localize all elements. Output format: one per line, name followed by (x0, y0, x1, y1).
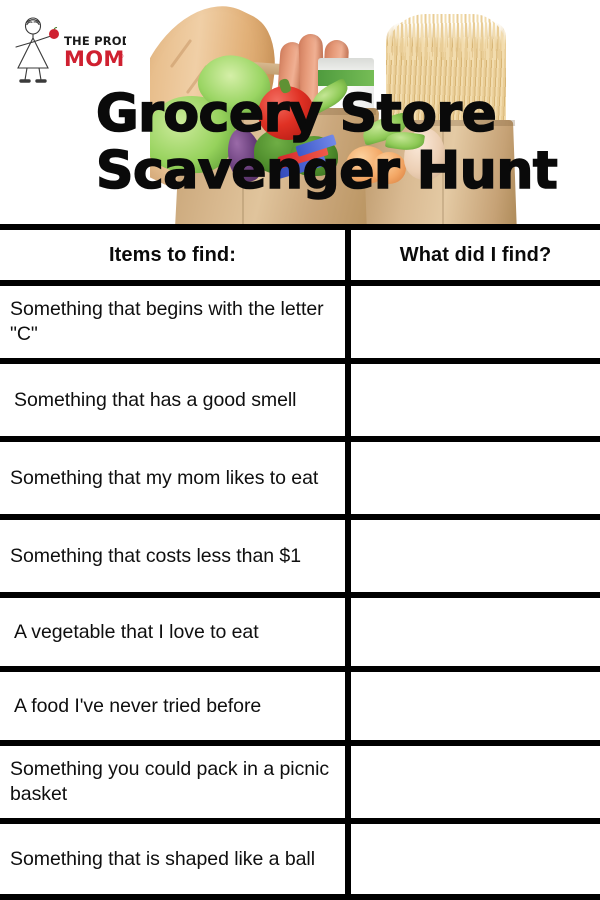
table-row: Something you could pack in a picnic bas… (0, 746, 600, 818)
item-cell: Something that costs less than $1 (0, 520, 345, 592)
logo-line1: THE PRODUCE (64, 34, 126, 48)
answer-cell[interactable] (351, 824, 600, 894)
item-label: Something that is shaped like a ball (10, 847, 315, 870)
answer-cell[interactable] (351, 598, 600, 666)
answer-cell[interactable] (351, 520, 600, 592)
header-cell-answers: What did I find? (351, 230, 600, 280)
table-row: Something that my mom likes to eat (0, 442, 600, 514)
table-row: Something that begins with the letter "C… (0, 286, 600, 358)
spaghetti-tips (386, 14, 506, 60)
answer-cell[interactable] (351, 746, 600, 818)
item-cell: Something that has a good smell (0, 364, 345, 436)
item-label: Something that has a good smell (14, 388, 297, 411)
scavenger-hunt-table: Items to find: What did I find? Somethin… (0, 224, 600, 900)
page-title: Grocery Store Scavenger Hunt (95, 84, 576, 201)
header-banner: THE PRODUCE MOMS ® Grocery StoreScavenge… (0, 0, 600, 224)
table-row: A vegetable that I love to eat (0, 598, 600, 666)
page-title-line-2: Scavenger Hunt (95, 141, 558, 201)
worksheet-page: THE PRODUCE MOMS ® Grocery StoreScavenge… (0, 0, 600, 900)
the-produce-moms-logo[interactable]: THE PRODUCE MOMS ® (8, 14, 158, 90)
logo-trademark: ® (119, 53, 124, 60)
answer-cell[interactable] (351, 364, 600, 436)
item-label: Something that costs less than $1 (10, 544, 302, 567)
item-cell: A vegetable that I love to eat (0, 598, 345, 666)
stick-figure-woman-icon (15, 17, 52, 83)
table-header-row: Items to find: What did I find? (0, 230, 600, 280)
item-cell: Something that my mom likes to eat (0, 442, 345, 514)
item-label: Something that begins with the letter "C… (10, 298, 324, 345)
answer-cell[interactable] (351, 286, 600, 358)
answer-cell[interactable] (351, 672, 600, 740)
table-row: Something that is shaped like a ball (0, 824, 600, 894)
item-label: A vegetable that I love to eat (14, 620, 259, 643)
page-title-line-1: Grocery Store (95, 84, 497, 144)
item-label: Something that my mom likes to eat (10, 466, 319, 489)
table-rule (0, 894, 600, 900)
table-row: A food I've never tried before (0, 672, 600, 740)
table-row: Something that costs less than $1 (0, 520, 600, 592)
header-answers-label: What did I find? (399, 244, 552, 266)
table-row: Something that has a good smell (0, 364, 600, 436)
item-cell: A food I've never tried before (0, 672, 345, 740)
logo-line2: MOMS (64, 47, 126, 71)
item-label: A food I've never tried before (14, 694, 262, 717)
apple-icon (49, 29, 59, 39)
item-label: Something you could pack in a picnic bas… (10, 758, 330, 805)
item-cell: Something that begins with the letter "C… (0, 286, 345, 358)
item-cell: Something you could pack in a picnic bas… (0, 746, 345, 818)
answer-cell[interactable] (351, 442, 600, 514)
header-cell-items: Items to find: (0, 230, 345, 280)
item-cell: Something that is shaped like a ball (0, 824, 345, 894)
header-items-label: Items to find: (109, 244, 236, 266)
